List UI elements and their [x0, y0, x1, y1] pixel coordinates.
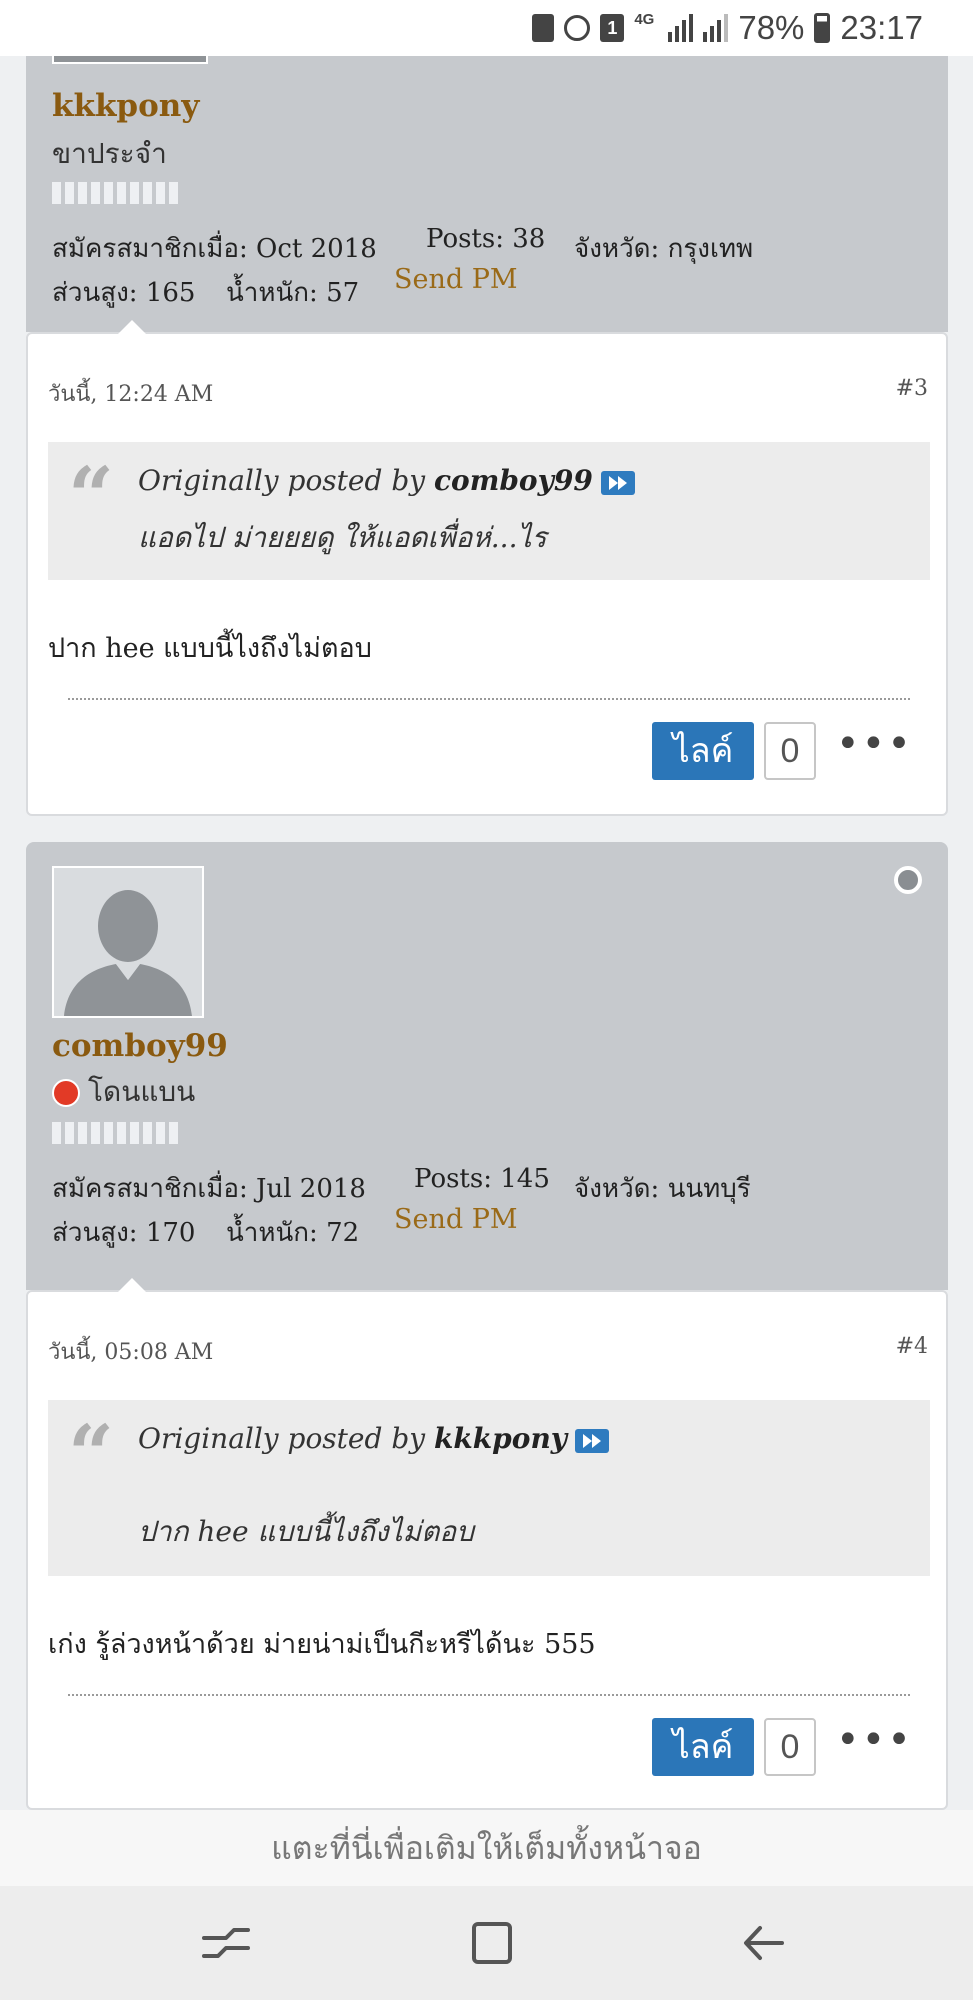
alarm-icon	[564, 15, 591, 41]
clock: 23:17	[840, 9, 923, 46]
username[interactable]: kkkpony	[52, 88, 199, 124]
quote-mark-icon: “	[68, 1407, 115, 1501]
view-post-icon[interactable]	[600, 470, 635, 495]
joined-date: สมัครสมาชิกเมื่อ: Oct 2018	[52, 234, 377, 264]
status-icons: 1 4G 78% 23:17	[532, 8, 923, 48]
quote-mark-icon: “	[68, 449, 115, 543]
weight: น้ำหนัก: 57	[226, 278, 360, 308]
avatar[interactable]	[52, 866, 204, 1018]
quote-block: “ Originally posted by comboy99 แอดไป ม่…	[48, 442, 930, 580]
weight: น้ำหนัก: 72	[226, 1218, 360, 1248]
recycle-icon	[532, 14, 555, 42]
quote-block: “ Originally posted by kkkpony ปาก hee แ…	[48, 1400, 930, 1576]
post-message: เก่ง รู้ล่วงหน้าด้วย ม่ายน่าม่เป็นกีะหรี…	[48, 1629, 596, 1660]
username[interactable]: comboy99	[52, 1028, 228, 1064]
quote-author[interactable]: kkkpony	[434, 1422, 567, 1455]
signal-icon	[703, 14, 729, 42]
user-info-block: kkkpony ขาประจำ สมัครสมาชิกเมื่อ: Oct 20…	[26, 56, 948, 332]
default-avatar-icon	[54, 868, 202, 1016]
post-number[interactable]: #3	[896, 376, 928, 401]
avatar[interactable]	[52, 56, 208, 64]
joined-date: สมัครสมาชิกเมื่อ: Jul 2018	[52, 1174, 366, 1204]
quote-header: Originally posted by kkkpony	[138, 1422, 610, 1455]
province: จังหวัด: กรุงเทพ	[574, 234, 754, 264]
post-card: วันนี้, 12:24 AM #3 “ Originally posted …	[26, 320, 948, 816]
view-post-icon[interactable]	[575, 1428, 610, 1453]
like-count: 0	[764, 722, 816, 780]
post-date: วันนี้, 12:24 AM	[48, 382, 214, 407]
reputation-bar	[52, 182, 178, 204]
status-bar: 1 4G 78% 23:17	[0, 0, 973, 56]
reputation-bar	[52, 1122, 178, 1144]
like-button[interactable]: ไลค์	[652, 722, 754, 780]
post-count: Posts: 145	[414, 1164, 550, 1194]
height: ส่วนสูง: 170	[52, 1218, 196, 1248]
sim-icon: 1	[600, 14, 625, 42]
battery-percent: 78%	[738, 9, 805, 46]
post-number[interactable]: #4	[896, 1334, 928, 1359]
fullscreen-prompt[interactable]: แตะที่นี่เพื่อเติมให้เต็มทั้งหน้าจอ	[0, 1810, 973, 1886]
send-pm-link[interactable]: Send PM	[394, 264, 518, 295]
back-icon[interactable]	[736, 1916, 796, 1970]
user-title: ขาประจำ	[52, 137, 167, 170]
quote-text: แอดไป ม่ายยยดู ให้แอดเพื่อห่...ไร	[138, 521, 547, 554]
card-notch	[118, 320, 146, 334]
quote-text: ปาก hee แบบนี้ไงถึงไม่ตอบ	[138, 1515, 474, 1548]
more-options-button[interactable]: •••	[836, 724, 913, 764]
post-date: วันนี้, 05:08 AM	[48, 1340, 214, 1365]
quote-author[interactable]: comboy99	[434, 464, 593, 497]
send-pm-link[interactable]: Send PM	[394, 1204, 518, 1235]
user-info-block: comboy99 โดนแบน สมัครสมาชิกเมื่อ: Jul 20…	[26, 842, 948, 1290]
like-count: 0	[764, 1718, 816, 1776]
card-notch	[118, 1278, 146, 1292]
home-icon[interactable]	[462, 1916, 522, 1970]
online-status-indicator	[894, 866, 922, 894]
like-button[interactable]: ไลค์	[652, 1718, 754, 1776]
battery-icon	[814, 13, 831, 43]
more-options-button[interactable]: •••	[836, 1720, 913, 1760]
quote-header: Originally posted by comboy99	[138, 464, 635, 497]
network-icon: 4G	[634, 11, 655, 28]
height: ส่วนสูง: 165	[52, 278, 196, 308]
province: จังหวัด: นนทบุรี	[574, 1174, 751, 1204]
navigation-bar	[0, 1886, 973, 2000]
post-message: ปาก hee แบบนี้ไงถึงไม่ตอบ	[48, 633, 372, 664]
banned-icon	[52, 1079, 80, 1107]
divider	[68, 1694, 910, 1696]
recent-apps-icon[interactable]	[196, 1916, 256, 1970]
post-count: Posts: 38	[426, 224, 546, 254]
signal-icon	[668, 14, 694, 42]
divider	[68, 698, 910, 700]
user-title: โดนแบน	[52, 1070, 195, 1114]
post-card: วันนี้, 05:08 AM #4 “ Originally posted …	[26, 1278, 948, 1810]
